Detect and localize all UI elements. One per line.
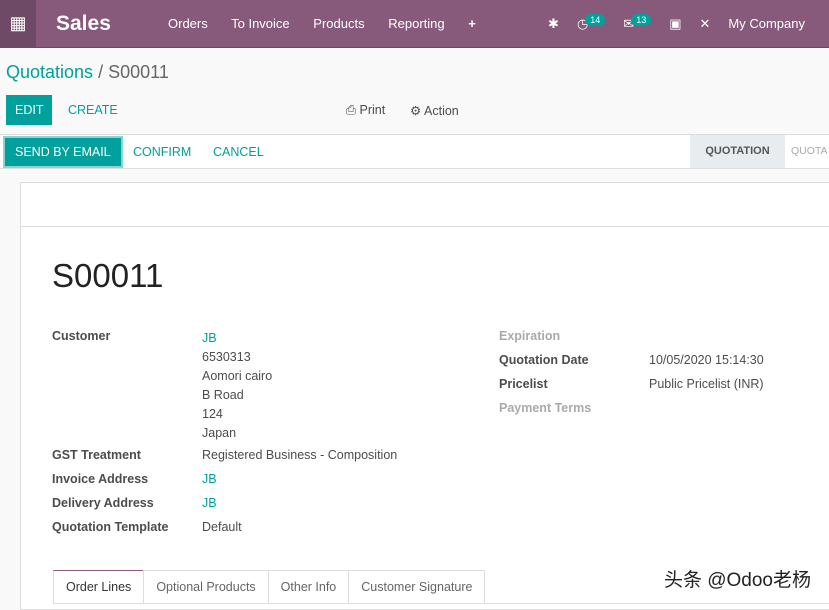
menu-products[interactable]: Products: [313, 16, 364, 31]
breadcrumb: Quotations / S00011: [6, 62, 169, 83]
chat-icon[interactable]: ✉ 13: [623, 13, 652, 32]
send-by-email-button[interactable]: SEND BY EMAIL: [5, 138, 121, 166]
confirm-button[interactable]: CONFIRM: [133, 145, 191, 159]
address-line: B Road: [202, 388, 244, 402]
print-icon: ⎙: [346, 103, 357, 117]
gear-icon: ⚙: [410, 104, 422, 118]
breadcrumb-quotations[interactable]: Quotations: [6, 62, 93, 82]
tab-other-info[interactable]: Other Info: [267, 570, 350, 603]
quotation-date-label: Quotation Date: [499, 353, 589, 367]
gst-label: GST Treatment: [52, 448, 141, 462]
create-button[interactable]: CREATE: [68, 103, 118, 117]
template-value: Default: [202, 520, 242, 534]
edit-button[interactable]: EDIT: [6, 95, 53, 125]
payment-terms-label: Payment Terms: [499, 401, 592, 415]
invoice-address-link[interactable]: JB: [202, 472, 217, 486]
invoice-address-label: Invoice Address: [52, 472, 149, 486]
gst-value: Registered Business - Composition: [202, 448, 398, 462]
plus-icon[interactable]: +: [468, 16, 476, 31]
template-label: Quotation Template: [52, 520, 169, 534]
tab-customer-signature[interactable]: Customer Signature: [348, 570, 486, 603]
watermark: 头条 @Odoo老杨: [663, 570, 811, 591]
address-line: 124: [202, 407, 223, 421]
tab-order-lines[interactable]: Order Lines: [53, 570, 145, 603]
action-button[interactable]: ⚙ Action: [410, 103, 459, 118]
cancel-button[interactable]: CANCEL: [213, 145, 264, 159]
message-badge: 13: [631, 13, 652, 26]
menu-reporting[interactable]: Reporting: [388, 16, 444, 31]
status-bar: SEND BY EMAIL CONFIRM CANCEL QUOTATION Q…: [0, 134, 829, 169]
pricelist-label: Pricelist: [499, 377, 548, 391]
menu-to-invoice[interactable]: To Invoice: [231, 16, 290, 31]
quotation-date-value: 10/05/2020 15:14:30: [649, 353, 764, 367]
breadcrumb-separator: /: [98, 62, 104, 82]
print-label: Print: [359, 103, 386, 117]
address-line: 6530313: [202, 350, 251, 364]
tools-icon[interactable]: ✕: [700, 16, 711, 32]
pricelist-value: Public Pricelist (INR): [649, 377, 764, 391]
company-switcher[interactable]: My Company: [728, 16, 805, 31]
stage-quotation[interactable]: QUOTATION: [690, 135, 785, 168]
menu-orders[interactable]: Orders: [168, 16, 208, 31]
gift-icon[interactable]: ▣: [669, 16, 681, 32]
address-line: Japan: [202, 426, 237, 440]
tab-optional-products[interactable]: Optional Products: [143, 570, 269, 603]
delivery-address-label: Delivery Address: [52, 496, 154, 510]
address-line: Aomori cairo: [202, 369, 273, 383]
activity-badge: 14: [585, 13, 606, 26]
customer-link[interactable]: JB: [202, 329, 272, 348]
bug-icon[interactable]: ✱: [548, 16, 559, 32]
action-label: Action: [424, 104, 459, 118]
activity-icon[interactable]: ◷ 14: [577, 13, 606, 32]
customer-address: JB 6530313 Aomori cairo B Road 124 Japan: [202, 329, 272, 443]
print-button[interactable]: ⎙ Print: [346, 103, 385, 118]
apps-menu-icon[interactable]: ▦: [0, 0, 36, 48]
form-sheet: S00011 Customer JB 6530313 Aomori cairo …: [20, 182, 829, 610]
expiration-label: Expiration: [499, 329, 561, 343]
top-navbar: ▦ Sales Orders To Invoice Products Repor…: [0, 0, 829, 48]
app-title: Sales: [56, 11, 111, 35]
breadcrumb-current: S00011: [108, 62, 169, 82]
delivery-address-link[interactable]: JB: [202, 496, 217, 510]
record-name: S00011: [52, 257, 164, 294]
customer-label: Customer: [52, 329, 111, 343]
stage-quotation-sent[interactable]: QUOTA: [791, 135, 828, 168]
